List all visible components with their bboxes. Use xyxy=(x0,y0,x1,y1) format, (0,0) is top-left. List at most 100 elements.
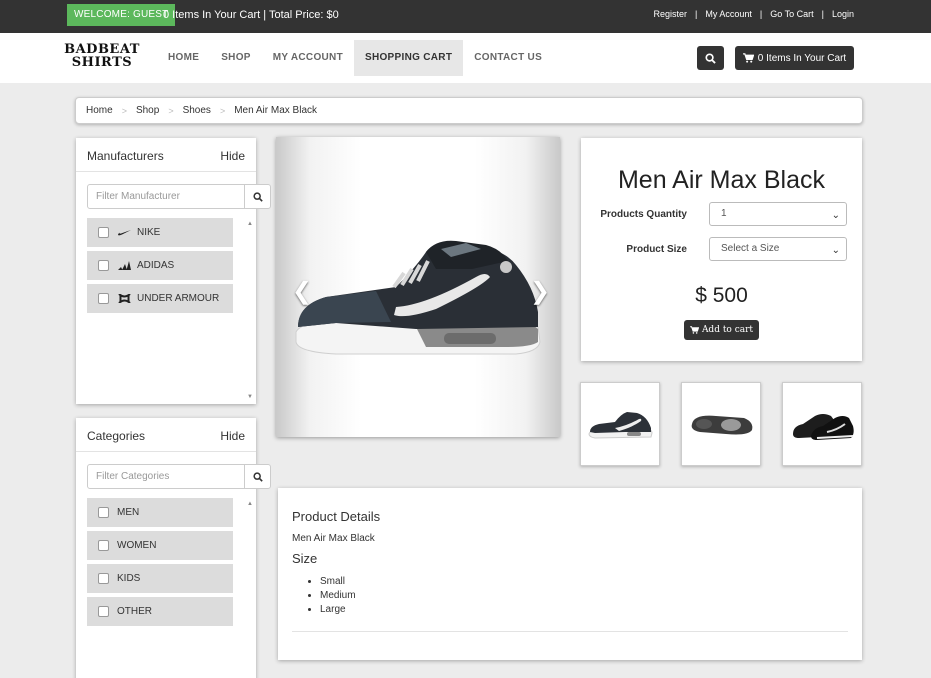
link-separator: | xyxy=(759,9,763,19)
product-thumbnail-pair[interactable] xyxy=(782,382,862,466)
nav-home[interactable]: HOME xyxy=(157,40,210,76)
categories-header: Categories Hide xyxy=(76,418,256,452)
quantity-value: 1 xyxy=(721,208,727,219)
size-select[interactable]: Select a Size ⌄ xyxy=(709,237,847,261)
breadcrumb-current: Men Air Max Black xyxy=(234,105,318,116)
category-filter-input[interactable]: Filter Categories xyxy=(87,464,245,489)
nav-my-account[interactable]: MY ACCOUNT xyxy=(262,40,354,76)
breadcrumb-separator: > xyxy=(121,105,127,116)
size-heading: Size xyxy=(292,551,318,566)
site-logo[interactable]: BADBEAT SHIRTS xyxy=(58,43,146,69)
category-item-other[interactable]: OTHER xyxy=(87,597,233,626)
checkbox[interactable] xyxy=(98,573,109,584)
product-image-carousel[interactable]: ❮ ❯ xyxy=(276,137,560,437)
nav-contact-us[interactable]: CONTACT US xyxy=(463,40,553,76)
category-label: OTHER xyxy=(117,606,152,617)
breadcrumb-shoes[interactable]: Shoes xyxy=(183,105,211,116)
cart-button[interactable]: 0 Items In Your Cart xyxy=(735,46,854,70)
divider xyxy=(292,631,848,632)
checkbox[interactable] xyxy=(98,540,109,551)
checkbox[interactable] xyxy=(98,507,109,518)
main-menu: HOME SHOP MY ACCOUNT SHOPPING CART CONTA… xyxy=(157,40,553,76)
product-details-heading: Product Details xyxy=(292,509,381,524)
manufacturer-label: UNDER ARMOUR xyxy=(137,293,220,304)
product-price: $ 500 xyxy=(695,284,748,307)
size-list-item: Medium xyxy=(320,589,356,603)
category-filter-button[interactable] xyxy=(244,464,271,489)
product-main-image xyxy=(295,240,541,355)
categories-hide-toggle[interactable]: Hide xyxy=(220,429,245,443)
search-button[interactable] xyxy=(697,46,724,70)
quantity-select[interactable]: 1 ⌄ xyxy=(709,202,847,226)
welcome-badge: WELCOME: GUEST xyxy=(67,4,176,26)
nav-shop[interactable]: SHOP xyxy=(210,40,262,76)
product-title: Men Air Max Black xyxy=(617,166,825,194)
carousel-dot[interactable] xyxy=(412,402,419,409)
account-links: Register | My Account | Go To Cart | Log… xyxy=(654,9,854,19)
scroll-up-icon[interactable]: ▲ xyxy=(247,501,253,507)
my-account-link[interactable]: My Account xyxy=(705,9,752,19)
breadcrumb: Home > Shop > Shoes > Men Air Max Black xyxy=(75,97,863,124)
size-list: Small Medium Large xyxy=(320,575,356,617)
shoe-sole-thumbnail-image xyxy=(691,415,753,435)
carousel-dot[interactable] xyxy=(402,402,409,409)
manufacturer-label: ADIDAS xyxy=(137,260,175,271)
checkbox[interactable] xyxy=(98,227,109,238)
register-link[interactable]: Register xyxy=(654,9,688,19)
manufacturer-list: NIKE ADIDAS UNDER ARMOUR xyxy=(87,218,233,317)
cart-icon xyxy=(690,326,699,334)
breadcrumb-separator: > xyxy=(219,105,226,116)
shoe-side-thumbnail-image xyxy=(588,412,653,439)
category-list: MEN WOMEN KIDS OTHER xyxy=(87,498,233,630)
checkbox[interactable] xyxy=(98,293,109,304)
category-item-women[interactable]: WOMEN xyxy=(87,531,233,560)
adidas-logo-icon xyxy=(117,261,131,271)
categories-title: Categories xyxy=(87,429,146,443)
scroll-down-icon[interactable]: ▼ xyxy=(247,394,253,400)
scroll-up-icon[interactable]: ▲ xyxy=(247,221,253,227)
carousel-dot[interactable] xyxy=(422,402,429,409)
checkbox[interactable] xyxy=(98,260,109,271)
logo-line-2: SHIRTS xyxy=(71,55,133,70)
size-value: Select a Size xyxy=(721,243,780,254)
under-armour-logo-icon xyxy=(117,294,131,304)
checkbox[interactable] xyxy=(98,606,109,617)
manufacturer-label: NIKE xyxy=(137,227,161,238)
search-icon xyxy=(252,191,263,202)
product-thumbnail-side[interactable] xyxy=(580,382,660,466)
quantity-label: Products Quantity xyxy=(600,209,687,220)
breadcrumb-shop[interactable]: Shop xyxy=(136,105,159,116)
manufacturer-scrollbar[interactable]: ▲ ▼ xyxy=(246,221,253,400)
main-navbar: BADBEAT SHIRTS HOME SHOP MY ACCOUNT SHOP… xyxy=(0,33,931,83)
add-to-cart-button[interactable]: Add to cart xyxy=(684,320,759,340)
manufacturers-hide-toggle[interactable]: Hide xyxy=(220,149,245,163)
manufacturers-title: Manufacturers xyxy=(87,149,164,163)
manufacturer-item-adidas[interactable]: ADIDAS xyxy=(87,251,233,280)
login-link[interactable]: Login xyxy=(832,9,854,19)
go-to-cart-link[interactable]: Go To Cart xyxy=(770,9,813,19)
carousel-next-icon[interactable]: ❯ xyxy=(530,277,550,306)
shoe-pair-thumbnail-image xyxy=(793,414,854,440)
manufacturer-filter-button[interactable] xyxy=(244,184,271,209)
chevron-down-icon: ⌄ xyxy=(831,210,840,221)
manufacturer-item-nike[interactable]: NIKE xyxy=(87,218,233,247)
search-icon xyxy=(252,471,263,482)
product-details-panel: Product Details Men Air Max Black Size S… xyxy=(278,488,862,660)
category-item-kids[interactable]: KIDS xyxy=(87,564,233,593)
category-label: KIDS xyxy=(117,573,141,584)
categories-panel: Categories Hide Filter Categories MEN WO… xyxy=(76,418,271,678)
size-list-item: Large xyxy=(320,603,356,617)
add-to-cart-label: Add to cart xyxy=(701,325,754,335)
product-info-panel: Men Air Max Black Products Quantity 1 ⌄ … xyxy=(581,138,862,361)
chevron-down-icon: ⌄ xyxy=(831,245,840,256)
product-thumbnail-sole[interactable] xyxy=(681,382,761,466)
manufacturer-filter-input[interactable]: Filter Manufacturer xyxy=(87,184,245,209)
carousel-indicators xyxy=(402,402,429,409)
category-item-men[interactable]: MEN xyxy=(87,498,233,527)
carousel-prev-icon[interactable]: ❮ xyxy=(292,277,312,306)
nav-shopping-cart[interactable]: SHOPPING CART xyxy=(353,40,464,76)
category-scrollbar[interactable]: ▲ xyxy=(246,501,253,678)
breadcrumb-separator: > xyxy=(168,105,174,116)
manufacturer-item-under-armour[interactable]: UNDER ARMOUR xyxy=(87,284,233,313)
breadcrumb-home[interactable]: Home xyxy=(86,105,113,116)
